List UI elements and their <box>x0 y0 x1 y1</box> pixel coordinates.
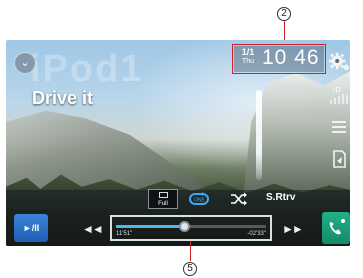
phone-button[interactable] <box>322 212 350 244</box>
media-screen: iPod1 ⌄ Drive it 1/1 Thu 10 46 ♪D Full O… <box>6 40 350 246</box>
callout-2: 2 <box>277 7 291 21</box>
full-screen-button[interactable]: Full <box>148 189 178 209</box>
callout-5: 5 <box>183 262 197 276</box>
seek-handle[interactable] <box>178 221 190 232</box>
control-strip <box>6 190 350 210</box>
fast-forward-button[interactable]: ►► <box>282 222 304 236</box>
callout-5-leader <box>190 241 191 261</box>
full-label: Full <box>158 201 168 207</box>
seek-bar[interactable]: 11'51" -02'33" <box>110 215 272 241</box>
shuffle-icon[interactable] <box>230 191 248 207</box>
sound-retriever-button[interactable]: S.Rtrv <box>266 192 295 203</box>
rewind-button[interactable]: ◄◄ <box>82 222 104 236</box>
track-title: Drive it <box>32 88 94 108</box>
svg-text:♪D: ♪D <box>332 87 341 94</box>
screen-mode-icon <box>159 192 168 198</box>
svg-text:ONE: ONE <box>194 198 206 204</box>
callout-2-highlight <box>232 44 326 74</box>
equalizer-icon[interactable]: ♪D <box>328 84 350 106</box>
remaining-time: -02'33" <box>247 231 266 237</box>
navigation-icon[interactable] <box>328 148 350 170</box>
repeat-button[interactable]: ONE <box>188 191 210 207</box>
phone-icon <box>329 219 345 235</box>
elapsed-time: 11'51" <box>116 231 133 237</box>
play-pause-button[interactable]: ►/II <box>14 214 48 242</box>
chevron-down-icon: ⌄ <box>20 57 30 69</box>
list-icon[interactable] <box>328 116 350 138</box>
settings-icon[interactable] <box>328 50 350 72</box>
seek-track[interactable] <box>116 221 266 232</box>
seek-progress-fill <box>116 225 184 228</box>
scenery-waterfall <box>256 90 262 180</box>
source-watermark: iPod1 <box>30 48 144 90</box>
source-menu-button[interactable]: ⌄ <box>14 52 36 74</box>
